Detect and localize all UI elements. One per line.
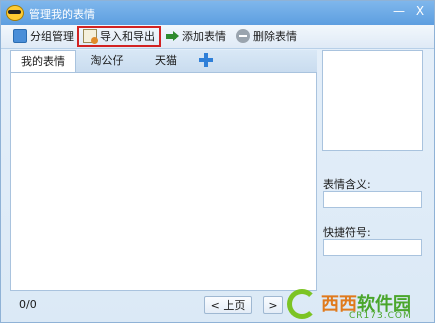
shortcut-input[interactable] <box>323 239 422 256</box>
emoticon-preview <box>322 50 423 151</box>
next-page-button[interactable]: > <box>263 296 283 314</box>
group-manage-button[interactable]: 分组管理 <box>13 27 74 45</box>
tab-my-emoticons[interactable]: 我的表情 <box>10 50 76 72</box>
shortcut-label: 快捷符号: <box>323 226 371 239</box>
window-title: 管理我的表情 <box>29 8 95 21</box>
watermark: 西西软件园 CR173.COM <box>285 289 435 323</box>
emoticon-grid[interactable] <box>10 72 317 291</box>
add-emoticon-button[interactable]: 添加表情 <box>165 27 226 45</box>
delete-emoticon-button[interactable]: 删除表情 <box>236 27 297 45</box>
tab-tmall[interactable]: 天猫 <box>146 50 186 72</box>
smiley-sunglasses-icon <box>6 5 24 21</box>
group-manage-label: 分组管理 <box>30 30 74 43</box>
brand-logo-icon <box>287 289 317 319</box>
minimize-button[interactable]: — <box>391 3 407 19</box>
add-tab-plus-icon[interactable] <box>199 53 213 67</box>
manage-emoticons-window: 管理我的表情 — X 分组管理 导入和导出 添加表情 删除表情 我的表情 淘公仔… <box>0 0 435 323</box>
toolbar: 分组管理 导入和导出 添加表情 删除表情 <box>1 25 434 49</box>
pager-footer: 0/0 < 上页 > <box>10 291 317 319</box>
folder-group-icon <box>13 29 27 43</box>
close-button[interactable]: X <box>412 3 428 19</box>
emoticon-tabs: 我的表情 淘公仔 天猫 <box>10 50 317 72</box>
delete-emoticon-label: 删除表情 <box>253 30 297 43</box>
watermark-domain: CR173.COM <box>349 311 412 321</box>
title-bar[interactable]: 管理我的表情 — X <box>1 1 434 25</box>
tab-taogongzai[interactable]: 淘公仔 <box>82 50 132 72</box>
prev-page-button[interactable]: < 上页 <box>204 296 252 314</box>
add-emoticon-label: 添加表情 <box>182 30 226 43</box>
delete-icon <box>236 29 250 43</box>
page-count: 0/0 <box>19 298 37 311</box>
meaning-input[interactable] <box>323 191 422 208</box>
arrow-right-icon <box>165 29 179 43</box>
highlight-box <box>77 26 161 47</box>
meaning-label: 表情含义: <box>323 178 371 191</box>
